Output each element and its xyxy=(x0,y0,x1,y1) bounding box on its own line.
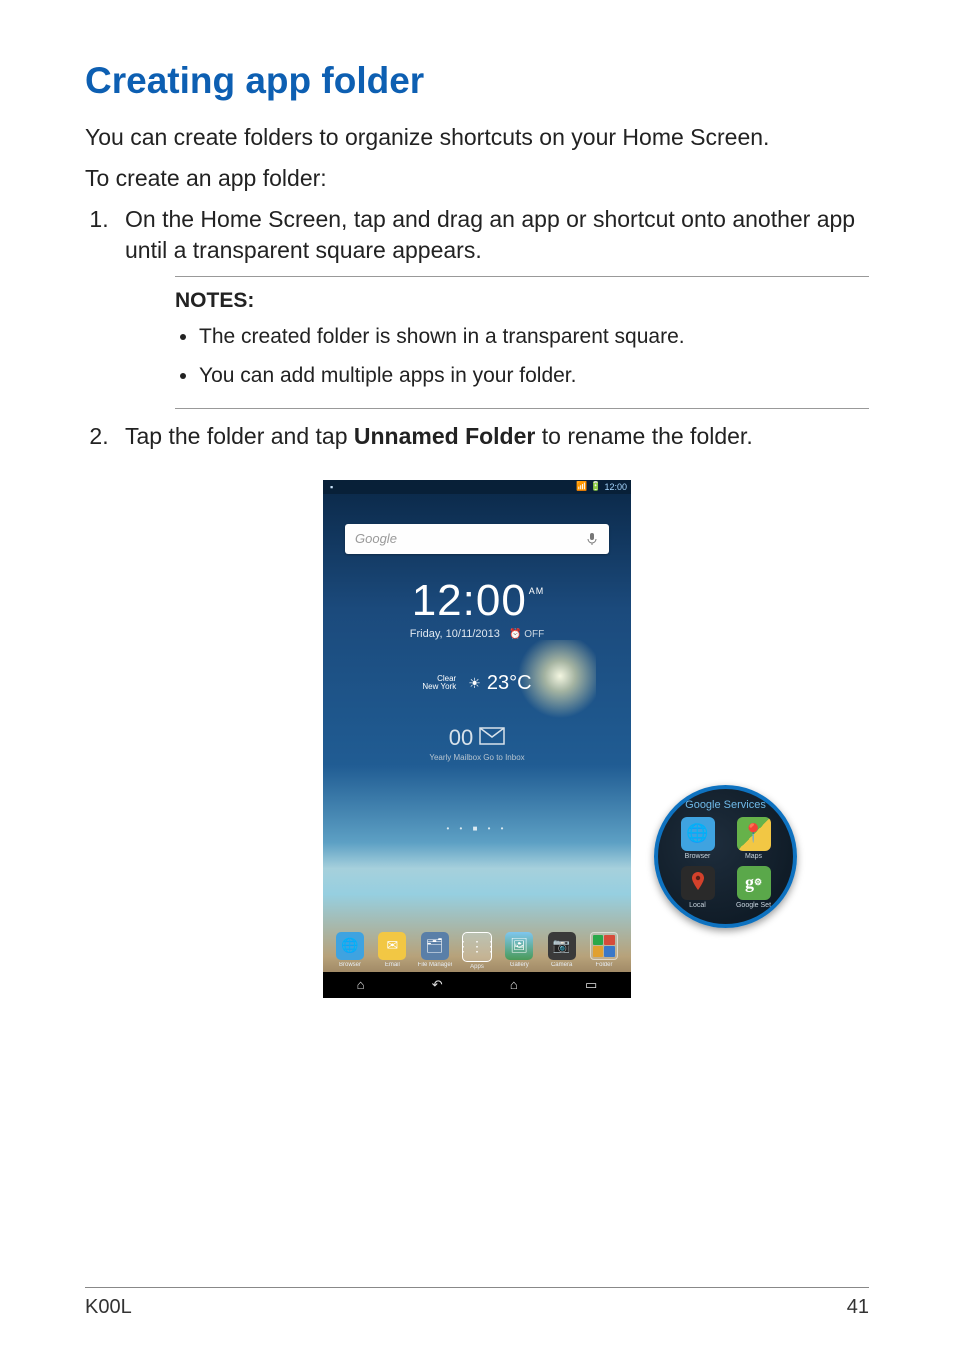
dock-camera-label: Camera xyxy=(545,962,579,968)
dock-folder-label: Folder xyxy=(587,962,621,968)
filemanager-icon: 🗂 xyxy=(421,932,449,960)
weather-widget[interactable]: Clear New York ☀ 23°C xyxy=(323,672,631,695)
dock-folder[interactable]: Folder xyxy=(587,932,621,970)
intro-paragraph-2: To create an app folder: xyxy=(85,163,869,194)
callout-maps-label: Maps xyxy=(730,853,778,860)
weather-temp: 23°C xyxy=(487,672,532,695)
footer-model: K00L xyxy=(85,1296,132,1319)
browser-icon: 🌐 xyxy=(336,932,364,960)
folder-thumb-icon xyxy=(590,932,618,960)
mail-count: 00 xyxy=(449,725,473,751)
callout-app-browser[interactable]: 🌐 Browser xyxy=(674,817,722,860)
callout-googlesettings-label: Google Set xyxy=(730,902,778,909)
apps-icon: ⋮⋮⋮ xyxy=(462,932,492,962)
dock-apps[interactable]: ⋮⋮⋮ Apps xyxy=(460,932,494,970)
notes-title: NOTES: xyxy=(175,289,869,313)
notes-box: NOTES: The created folder is shown in a … xyxy=(175,276,869,409)
steps-list-cont: Tap the folder and tap Unnamed Folder to… xyxy=(85,421,869,452)
dock-email-label: Email xyxy=(375,962,409,968)
status-time: 12:00 xyxy=(604,482,627,492)
clock-ampm: AM xyxy=(529,586,545,596)
envelope-icon xyxy=(479,725,505,751)
step-2: Tap the folder and tap Unnamed Folder to… xyxy=(115,421,869,452)
weather-city: New York xyxy=(422,682,456,691)
status-left-icon: ▪ xyxy=(330,482,333,492)
callout-local-label: Local xyxy=(674,902,722,909)
notes-item-1: The created folder is shown in a transpa… xyxy=(199,323,869,351)
search-placeholder: Google xyxy=(355,531,397,546)
mail-widget[interactable]: 00 Yearly Mailbox Go to Inbox xyxy=(323,725,631,762)
alarm-status: ⏰ OFF xyxy=(509,629,544,640)
callout-googlesettings-icon: g⚙ xyxy=(737,866,771,900)
page-indicator-dots: • • ■ • • xyxy=(323,824,631,833)
callout-maps-icon: 📍 xyxy=(737,817,771,851)
dock-filemanager[interactable]: 🗂 File Manager xyxy=(418,932,452,970)
dock-camera[interactable]: 📷 Camera xyxy=(545,932,579,970)
nav-home2-icon[interactable]: ⌂ xyxy=(510,977,518,992)
google-search-bar[interactable]: Google xyxy=(345,524,609,554)
screenshot-figure: ▪ 📶 🔋 12:00 Google 12:00AM Friday, 10/11… xyxy=(237,480,717,998)
email-icon: ✉ xyxy=(378,932,406,960)
section-heading: Creating app folder xyxy=(85,60,869,102)
intro-paragraph-1: You can create folders to organize short… xyxy=(85,122,869,153)
clock-date: Friday, 10/11/2013 xyxy=(410,628,500,640)
callout-folder-title: Google Services xyxy=(658,799,793,811)
step-2-text-pre: Tap the folder and tap xyxy=(125,423,354,449)
nav-back-icon[interactable]: ↶ xyxy=(432,977,443,993)
weather-condition: Clear xyxy=(437,674,456,683)
clock-widget[interactable]: 12:00AM Friday, 10/11/2013 ⏰ OFF xyxy=(323,576,631,640)
camera-icon: 📷 xyxy=(548,932,576,960)
callout-app-local[interactable]: Local xyxy=(674,866,722,909)
dock-email[interactable]: ✉ Email xyxy=(375,932,409,970)
mail-subtext: Yearly Mailbox Go to Inbox xyxy=(323,753,631,762)
notes-item-2: You can add multiple apps in your folder… xyxy=(199,362,869,390)
dock-apps-label: Apps xyxy=(460,964,494,970)
callout-app-maps[interactable]: 📍 Maps xyxy=(730,817,778,860)
page-footer: K00L 41 xyxy=(85,1287,869,1319)
nav-recent-icon[interactable]: ▭ xyxy=(585,977,597,993)
dock-browser-label: Browser xyxy=(333,962,367,968)
notes-list: The created folder is shown in a transpa… xyxy=(175,323,869,390)
battery-icon: 🔋 xyxy=(590,481,601,492)
nav-home-icon[interactable]: ⌂ xyxy=(357,977,365,992)
status-bar: ▪ 📶 🔋 12:00 xyxy=(323,480,631,494)
steps-list: On the Home Screen, tap and drag an app … xyxy=(85,204,869,266)
dock-filemanager-label: File Manager xyxy=(418,962,452,968)
callout-browser-label: Browser xyxy=(674,853,722,860)
dock-gallery-label: Gallery xyxy=(502,962,536,968)
mic-icon[interactable] xyxy=(585,530,599,548)
step-2-text-post: to rename the folder. xyxy=(535,423,752,449)
step-2-text-bold: Unnamed Folder xyxy=(354,423,535,449)
nav-bar: ⌂ ↶ ⌂ ▭ xyxy=(323,972,631,998)
callout-local-icon xyxy=(681,866,715,900)
wifi-icon: 📶 xyxy=(576,481,587,492)
footer-page-number: 41 xyxy=(847,1296,869,1319)
gallery-icon: 🖼 xyxy=(505,932,533,960)
dock-browser[interactable]: 🌐 Browser xyxy=(333,932,367,970)
callout-browser-icon: 🌐 xyxy=(681,817,715,851)
dock-gallery[interactable]: 🖼 Gallery xyxy=(502,932,536,970)
sun-icon: ☀ xyxy=(468,675,481,692)
callout-app-googlesettings[interactable]: g⚙ Google Set xyxy=(730,866,778,909)
clock-time: 12:00 xyxy=(412,576,527,625)
folder-callout-magnified: Google Services 🌐 Browser 📍 Maps Local xyxy=(654,785,797,928)
dock: 🌐 Browser ✉ Email 🗂 File Manager ⋮⋮⋮ App… xyxy=(323,932,631,970)
step-1: On the Home Screen, tap and drag an app … xyxy=(115,204,869,266)
phone-homescreen: ▪ 📶 🔋 12:00 Google 12:00AM Friday, 10/11… xyxy=(323,480,631,998)
